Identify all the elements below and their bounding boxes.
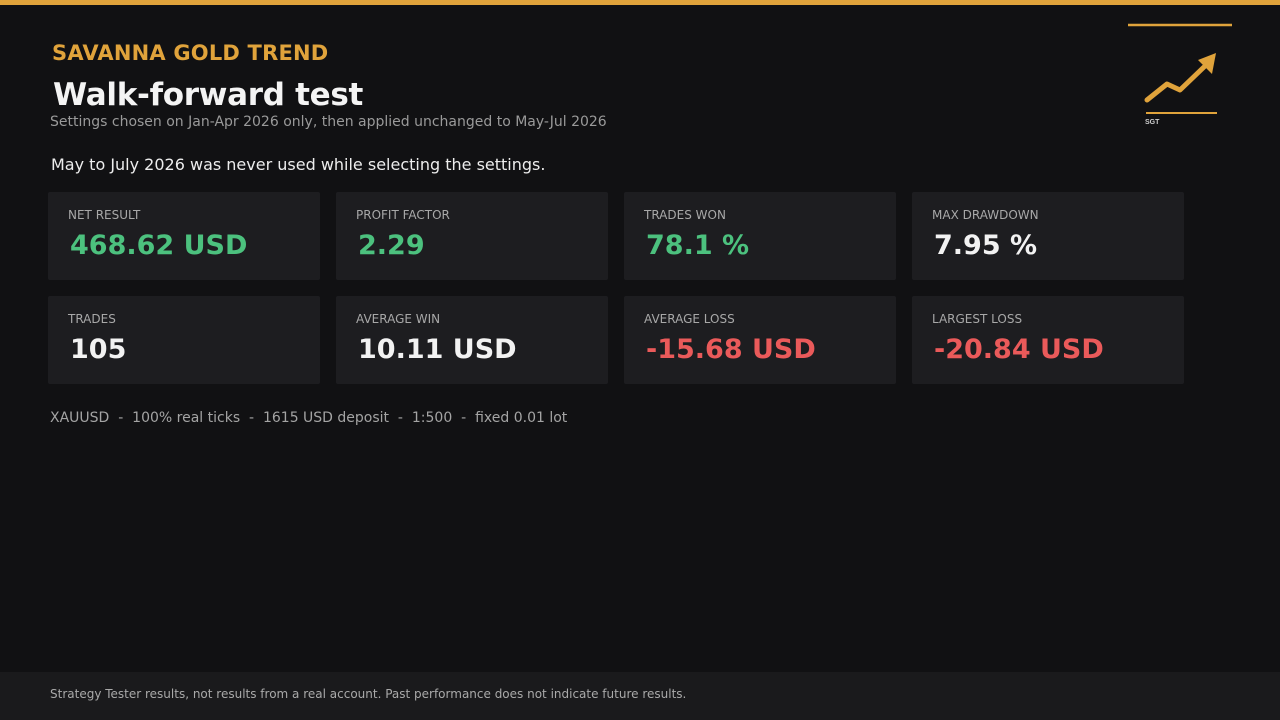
test-conditions: XAUUSD - 100% real ticks - 1615 USD depo…	[50, 410, 568, 426]
metric-label: MAX DRAWDOWN	[932, 208, 1039, 222]
metric-card-trades: TRADES 105	[48, 296, 320, 384]
top-accent-bar	[0, 0, 1280, 5]
metric-card-max-drawdown: MAX DRAWDOWN 7.95 %	[912, 192, 1184, 280]
out-of-sample-note: May to July 2026 was never used while se…	[51, 155, 546, 174]
metric-card-average-win: AVERAGE WIN 10.11 USD	[336, 296, 608, 384]
metric-label: TRADES WON	[644, 208, 726, 222]
metric-label: PROFIT FACTOR	[356, 208, 450, 222]
metric-value: -15.68 USD	[646, 334, 816, 365]
metric-label: AVERAGE WIN	[356, 312, 441, 326]
metric-card-profit-factor: PROFIT FACTOR 2.29	[336, 192, 608, 280]
page-subtitle: Settings chosen on Jan-Apr 2026 only, th…	[50, 114, 607, 130]
logo-text: SGT	[1145, 119, 1160, 126]
metric-card-average-loss: AVERAGE LOSS -15.68 USD	[624, 296, 896, 384]
metric-value: -20.84 USD	[934, 334, 1104, 365]
brand-name: SAVANNA GOLD TREND	[52, 41, 329, 65]
footer: Strategy Tester results, not results fro…	[0, 672, 1280, 720]
disclaimer: Strategy Tester results, not results fro…	[50, 687, 687, 701]
metric-value: 105	[70, 334, 127, 365]
metric-value: 7.95 %	[934, 230, 1038, 261]
trend-up-arrow-icon: SGT	[1128, 23, 1232, 126]
brand-logo: SGT	[1128, 22, 1232, 128]
metric-label: TRADES	[68, 312, 116, 326]
metric-card-net-result: NET RESULT 468.62 USD	[48, 192, 320, 280]
metric-value: 78.1 %	[646, 230, 750, 261]
metric-label: LARGEST LOSS	[932, 312, 1023, 326]
metric-card-trades-won: TRADES WON 78.1 %	[624, 192, 896, 280]
metric-value: 2.29	[358, 230, 425, 261]
metric-card-largest-loss: LARGEST LOSS -20.84 USD	[912, 296, 1184, 384]
metric-value: 468.62 USD	[70, 230, 248, 261]
metric-value: 10.11 USD	[358, 334, 517, 365]
metric-label: NET RESULT	[68, 208, 141, 222]
metric-label: AVERAGE LOSS	[644, 312, 735, 326]
page-title: Walk-forward test	[53, 77, 364, 113]
